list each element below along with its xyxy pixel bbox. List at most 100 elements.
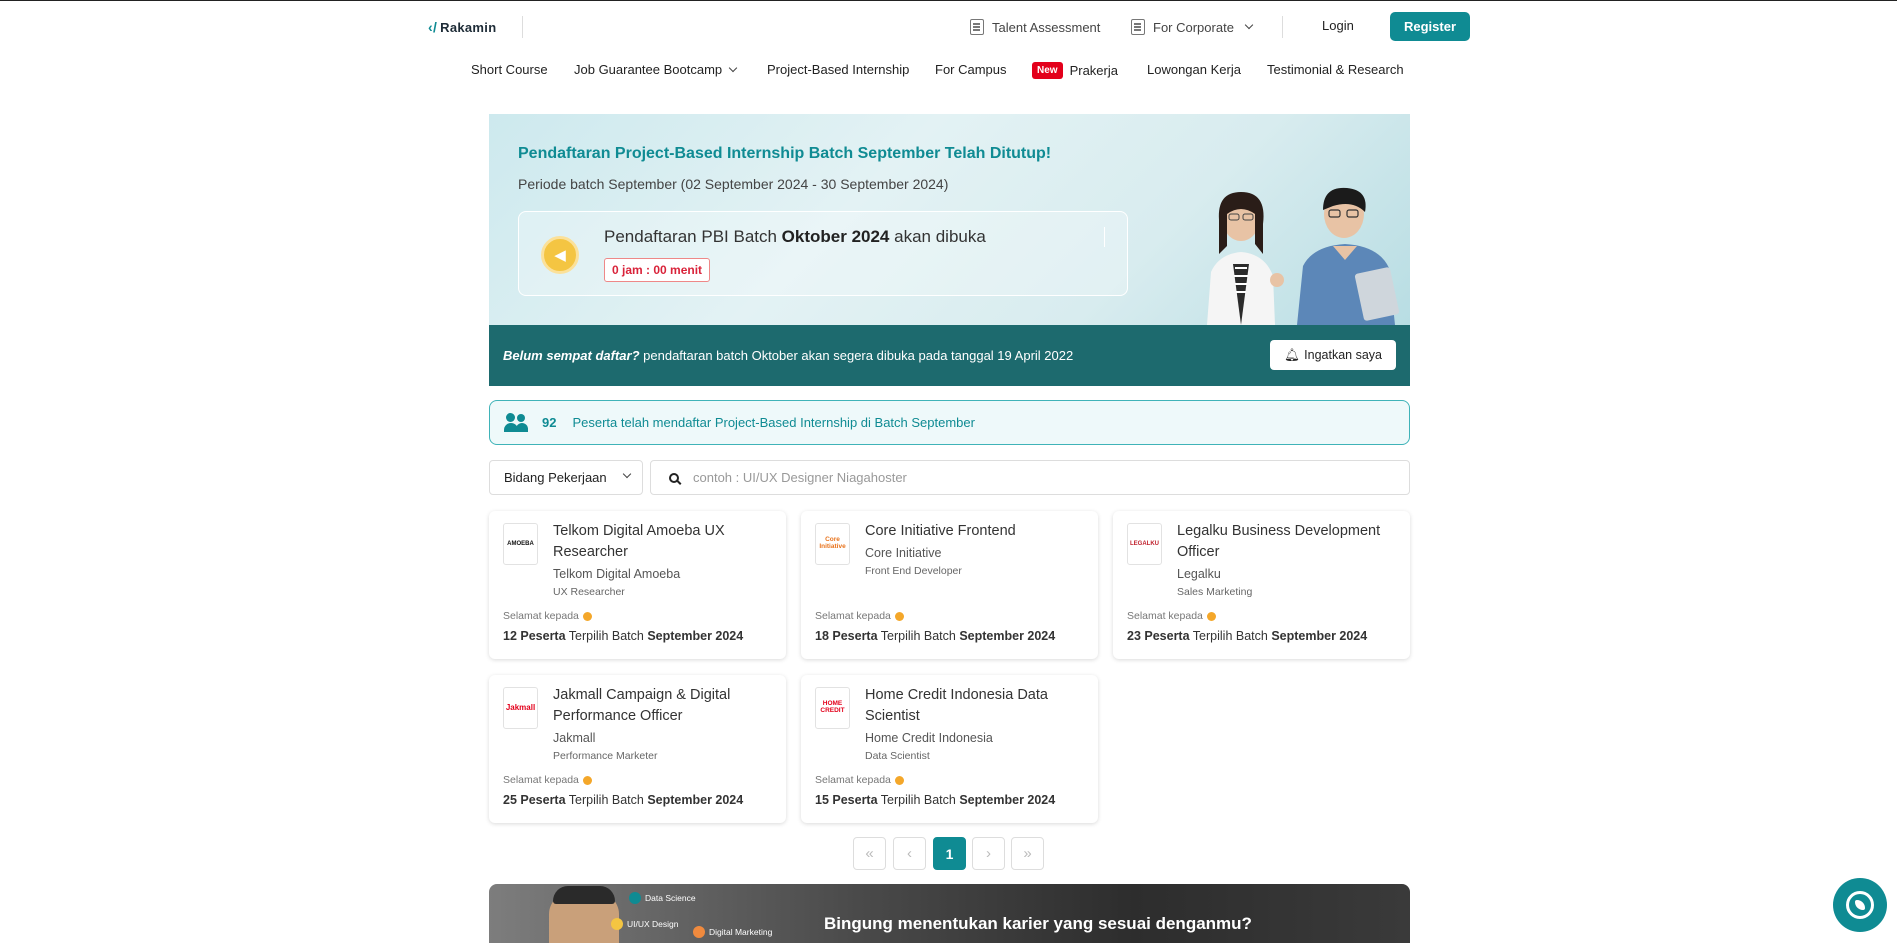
- card-congrats: Selamat kepada: [503, 610, 592, 622]
- rakamin-logo[interactable]: ‹/ Rakamin: [428, 19, 496, 35]
- chevron-down-icon: [728, 63, 738, 72]
- banner-headline: Bingung menentukan karier yang sesuai de…: [824, 914, 1252, 933]
- page-1-button[interactable]: 1: [933, 837, 966, 870]
- reminder-lead: Belum sempat daftar?: [503, 348, 640, 363]
- prev-page-button[interactable]: ‹: [893, 837, 926, 870]
- remind-me-button[interactable]: 🔔︎ Ingatkan saya: [1270, 340, 1396, 370]
- hero-people-illustration: [1189, 184, 1409, 325]
- login-link[interactable]: Login: [1322, 18, 1354, 33]
- participants-strip: 92 Peserta telah mendaftar Project-Based…: [489, 400, 1410, 445]
- result-mid: Terpilih Batch: [565, 629, 648, 643]
- result-mid: Terpilih Batch: [877, 629, 960, 643]
- search-input[interactable]: [693, 470, 1293, 485]
- program-card[interactable]: LEGALKU Legalku Business Development Off…: [1113, 511, 1410, 659]
- brand-name: Rakamin: [440, 19, 497, 35]
- reminder-banner: Belum sempat daftar? pendaftaran batch O…: [489, 325, 1410, 386]
- card-role: Front End Developer: [865, 565, 962, 577]
- result-batch: September 2024: [959, 629, 1056, 643]
- new-badge: New: [1032, 62, 1063, 79]
- selected-count: 15 Peserta: [815, 793, 878, 807]
- program-card[interactable]: Core Initiative Core Initiative Frontend…: [801, 511, 1098, 659]
- selected-count: 18 Peserta: [815, 629, 878, 643]
- card-company: Home Credit Indonesia: [865, 731, 993, 745]
- nav-for-campus[interactable]: For Campus: [935, 62, 1007, 77]
- card-company: Core Initiative: [865, 546, 942, 560]
- first-page-button[interactable]: «: [853, 837, 886, 870]
- topbar-divider: [1282, 16, 1283, 38]
- man-photo-hair: [553, 886, 615, 904]
- for-corporate-dropdown[interactable]: For Corporate: [1131, 19, 1254, 35]
- program-card[interactable]: HOME CREDIT Home Credit Indonesia Data S…: [801, 675, 1098, 823]
- clap-icon: [582, 611, 592, 621]
- card-title: Jakmall Campaign & Digital Performance O…: [553, 687, 731, 724]
- program-card[interactable]: AMOEBA Telkom Digital Amoeba UX Research…: [489, 511, 786, 659]
- card-result: 23 Peserta Terpilih Batch September 2024: [1127, 629, 1367, 643]
- card-role: UX Researcher: [553, 586, 625, 598]
- selected-count: 23 Peserta: [1127, 629, 1190, 643]
- card-title: Home Credit Indonesia Data Scientist: [865, 687, 1048, 724]
- main-nav: Short Course Job Guarantee Bootcamp Proj…: [0, 62, 1897, 82]
- congrats-label: Selamat kepada: [815, 774, 891, 786]
- whatsapp-button[interactable]: [1833, 878, 1887, 932]
- chevron-down-icon: [622, 469, 632, 479]
- talent-assessment-label: Talent Assessment: [992, 19, 1101, 35]
- career-banner[interactable]: Data Science UI/UX Design Digital Market…: [489, 884, 1410, 943]
- chip-icon: [693, 926, 705, 938]
- field-select[interactable]: Bidang Pekerjaan: [489, 460, 643, 495]
- result-mid: Terpilih Batch: [877, 793, 960, 807]
- result-batch: September 2024: [1271, 629, 1368, 643]
- clipboard-icon: [970, 19, 984, 35]
- reminder-text: Belum sempat daftar? pendaftaran batch O…: [503, 348, 1073, 363]
- building-icon: [1131, 19, 1145, 35]
- congrats-label: Selamat kepada: [503, 774, 579, 786]
- next-page-button[interactable]: ›: [972, 837, 1005, 870]
- remind-me-label: Ingatkan saya: [1304, 348, 1382, 362]
- users-icon: [504, 412, 528, 433]
- participants-count: 92: [542, 415, 557, 430]
- hero-title: Pendaftaran Project-Based Internship Bat…: [518, 145, 1052, 162]
- result-mid: Terpilih Batch: [565, 793, 648, 807]
- man-illustration: [1297, 187, 1400, 325]
- nav-label: Short Course: [471, 62, 548, 77]
- megaphone-icon: ◀: [541, 236, 579, 274]
- card-congrats: Selamat kepada: [815, 774, 904, 786]
- topbar: ‹/ Rakamin Talent Assessment For Corpora…: [428, 12, 1470, 42]
- company-logo: HOME CREDIT: [815, 687, 850, 729]
- register-button[interactable]: Register: [1390, 12, 1470, 41]
- card-congrats: Selamat kepada: [1127, 610, 1216, 622]
- next-batch-name: Oktober 2024: [781, 227, 890, 246]
- company-logo: AMOEBA: [503, 523, 538, 565]
- logo-divider: [522, 16, 523, 38]
- woman-illustration: [1207, 192, 1284, 325]
- hero-banner: Pendaftaran Project-Based Internship Bat…: [489, 114, 1410, 325]
- nav-label: Project-Based Internship: [767, 62, 910, 77]
- nav-short-course[interactable]: Short Course: [471, 62, 548, 77]
- card-result: 18 Peserta Terpilih Batch September 2024: [815, 629, 1055, 643]
- bell-icon: 🔔︎: [1284, 347, 1301, 362]
- card-role: Data Scientist: [865, 750, 930, 762]
- clap-icon: [1206, 611, 1216, 621]
- chip-uiux-design: UI/UX Design: [611, 918, 679, 930]
- nav-project-based-internship[interactable]: Project-Based Internship: [767, 62, 909, 77]
- next-batch-suffix: akan dibuka: [889, 227, 986, 246]
- nav-label: For Campus: [935, 62, 1007, 77]
- nav-label: Testimonial & Research: [1267, 62, 1404, 77]
- talent-assessment-link[interactable]: Talent Assessment: [970, 19, 1100, 35]
- participants-text: Peserta telah mendaftar Project-Based In…: [572, 415, 975, 430]
- rakamin-mark-icon: ‹/: [428, 19, 438, 35]
- chip-icon: [629, 892, 641, 904]
- chevron-down-icon: [1244, 20, 1254, 30]
- search-bar: [650, 460, 1410, 495]
- program-card[interactable]: Jakmall Jakmall Campaign & Digital Perfo…: [489, 675, 786, 823]
- chip-label: UI/UX Design: [627, 919, 679, 929]
- chip-label: Digital Marketing: [709, 927, 773, 937]
- nav-job-guarantee-bootcamp[interactable]: Job Guarantee Bootcamp: [574, 62, 738, 77]
- nav-lowongan-kerja[interactable]: Lowongan Kerja: [1147, 62, 1241, 77]
- nav-testimonial-research[interactable]: Testimonial & Research: [1267, 62, 1404, 77]
- nav-label: Lowongan Kerja: [1147, 62, 1241, 77]
- last-page-button[interactable]: »: [1011, 837, 1044, 870]
- company-logo: Jakmall: [503, 687, 538, 729]
- nav-prakerja[interactable]: New Prakerja: [1032, 62, 1118, 79]
- whatsapp-icon: [1846, 891, 1874, 919]
- chip-data-science: Data Science: [629, 892, 696, 904]
